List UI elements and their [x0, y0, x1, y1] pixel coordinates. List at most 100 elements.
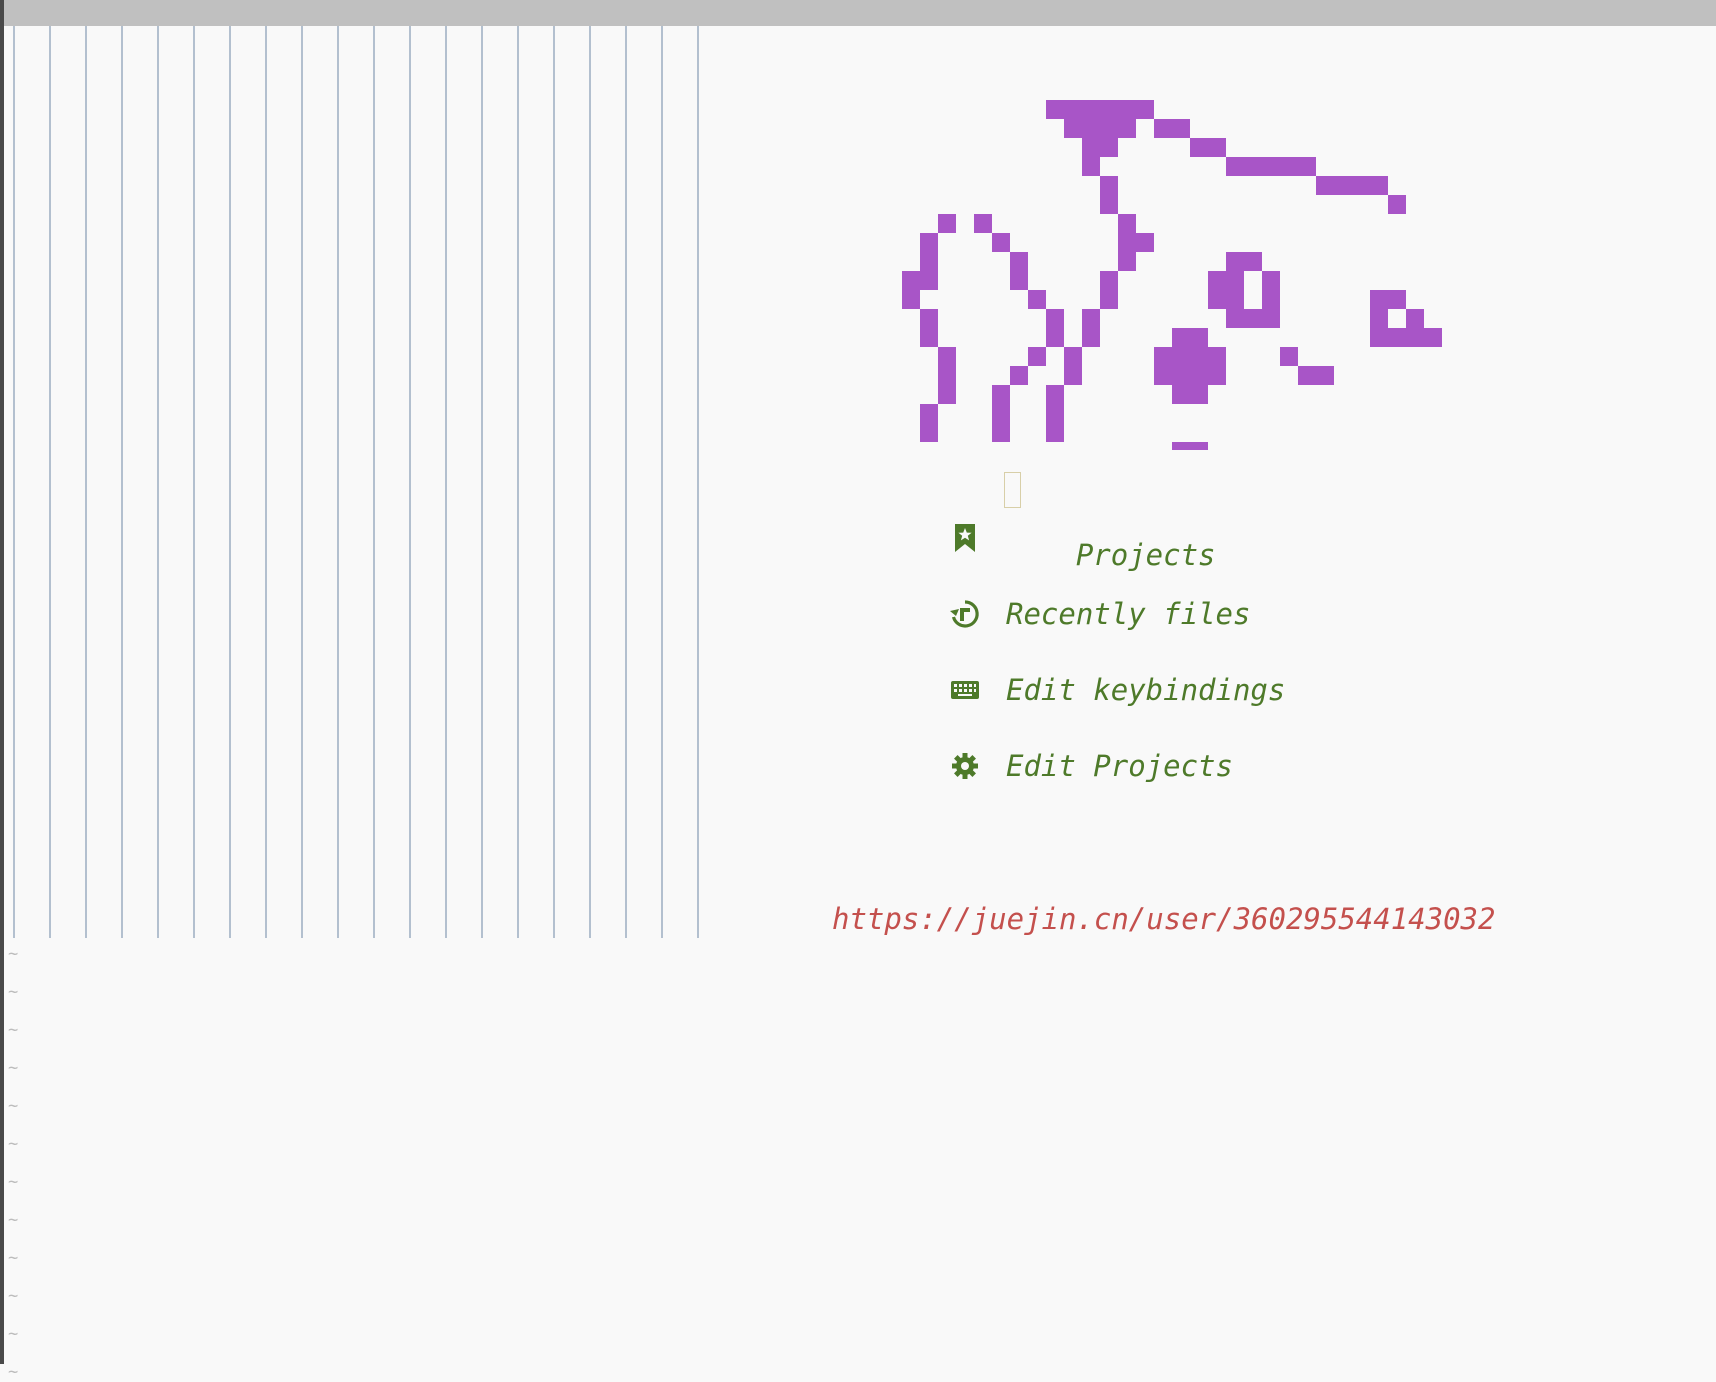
indent-guide-line — [517, 26, 519, 938]
logo-pixel — [1064, 366, 1082, 385]
indent-guide-line — [193, 26, 195, 938]
logo-pixel — [1118, 214, 1136, 233]
logo-pixel — [974, 214, 992, 233]
menu-label-edit-keybindings: Edit keybindings — [1006, 673, 1286, 707]
logo-pixel — [1262, 290, 1280, 309]
menu-item-edit-projects[interactable]: Edit Projects — [950, 744, 1233, 788]
window-title-bar — [0, 0, 1716, 26]
logo-pixel — [1046, 385, 1064, 404]
indent-guide-line — [121, 26, 123, 938]
logo-pixel — [1172, 442, 1208, 450]
logo-pixel — [1262, 271, 1280, 290]
logo-pixel — [1406, 309, 1424, 328]
logo-pixel — [1280, 347, 1298, 366]
logo-pixel — [1082, 138, 1118, 157]
logo-pixel — [1100, 271, 1118, 290]
logo-pixel — [1046, 404, 1064, 423]
indent-guide-line — [301, 26, 303, 938]
logo-pixel — [1172, 328, 1208, 347]
indent-guide-line — [85, 26, 87, 938]
logo-pixel — [1046, 100, 1154, 119]
logo-pixel — [920, 233, 938, 252]
indent-guide-line — [553, 26, 555, 938]
window-left-border — [0, 0, 4, 1364]
logo-pixel — [1046, 328, 1064, 347]
logo-pixel — [920, 423, 938, 442]
logo-pixel — [938, 214, 956, 233]
logo-pixel — [1064, 119, 1136, 138]
logo-pixel — [1082, 157, 1100, 176]
indent-guide-line — [337, 26, 339, 938]
logo-pixel — [1370, 290, 1406, 309]
logo-pixel — [1226, 309, 1280, 328]
logo-pixel — [1118, 233, 1154, 252]
menu-item-edit-keybindings[interactable]: Edit keybindings — [950, 668, 1285, 712]
indent-guide-line — [409, 26, 411, 938]
indent-guide-line — [697, 26, 699, 938]
logo-pixel — [1154, 366, 1226, 385]
empty-line-marker: ~ — [8, 944, 19, 964]
logo-pixel — [902, 290, 920, 309]
logo-pixel — [1028, 347, 1046, 366]
logo-pixel — [938, 366, 956, 385]
empty-line-marker: ~ — [8, 1248, 19, 1268]
menu-label-edit-projects: Edit Projects — [1006, 749, 1233, 783]
logo-pixel — [920, 252, 938, 271]
keyboard-icon — [950, 675, 980, 705]
bookmark-star-icon — [950, 523, 980, 553]
logo-pixel — [1082, 309, 1100, 328]
logo-pixel — [1028, 290, 1046, 309]
logo-pixel — [1064, 347, 1082, 366]
logo-pixel — [1100, 176, 1118, 195]
logo-pixel — [1100, 195, 1118, 214]
menu-label-projects: Projects — [1004, 470, 1216, 606]
logo-pixel — [1226, 252, 1262, 271]
logo-pixel — [1046, 423, 1064, 442]
logo-pixel — [1082, 328, 1100, 347]
empty-line-marker: ~ — [8, 982, 19, 1002]
logo-pixel — [1208, 271, 1244, 290]
logo-pixel — [1154, 347, 1226, 366]
indent-guide-line — [373, 26, 375, 938]
indent-guide-line — [13, 26, 15, 938]
logo-pixel — [992, 404, 1010, 423]
indent-guide-line — [49, 26, 51, 938]
empty-line-marker: ~ — [8, 1134, 19, 1154]
empty-line-marker: ~ — [8, 1020, 19, 1040]
logo-pixel — [1316, 176, 1388, 195]
logo-pixel — [1370, 328, 1442, 347]
empty-line-marker: ~ — [8, 1286, 19, 1306]
menu-item-projects[interactable]: Projects — [950, 472, 1216, 572]
menu-label-recent-files: Recently files — [1006, 597, 1251, 631]
profile-url[interactable]: https://juejin.cn/user/360295544143032 — [832, 902, 1495, 936]
logo-pixel — [992, 423, 1010, 442]
indent-guide-line — [625, 26, 627, 938]
logo-pixel — [1370, 309, 1388, 328]
logo-pixel — [902, 271, 938, 290]
indent-guide-line — [157, 26, 159, 938]
logo-pixel — [992, 233, 1010, 252]
logo-pixel — [1190, 138, 1226, 157]
logo-pixel — [1208, 290, 1244, 309]
logo-pixel — [1010, 366, 1028, 385]
indent-guide-line — [589, 26, 591, 938]
logo-pixel — [920, 404, 938, 423]
logo-pixel — [1154, 119, 1190, 138]
empty-line-marker: ~ — [8, 1096, 19, 1116]
logo-pixel — [1100, 290, 1118, 309]
history-icon — [950, 599, 980, 629]
logo-pixel — [1388, 195, 1406, 214]
logo-pixel — [992, 385, 1010, 404]
empty-line-marker: ~ — [8, 1058, 19, 1078]
text-cursor — [1004, 472, 1021, 508]
logo-pixel — [1046, 309, 1064, 328]
logo-pixel — [1010, 271, 1028, 290]
logo-pixel — [1172, 385, 1208, 404]
logo-pixel — [1010, 252, 1028, 271]
indent-guide-line — [229, 26, 231, 938]
indent-guide-line — [265, 26, 267, 938]
menu-item-recent-files[interactable]: Recently files — [950, 592, 1250, 636]
pixel-art-logo — [902, 100, 1442, 450]
empty-line-marker: ~ — [8, 1324, 19, 1344]
logo-pixel — [920, 328, 938, 347]
